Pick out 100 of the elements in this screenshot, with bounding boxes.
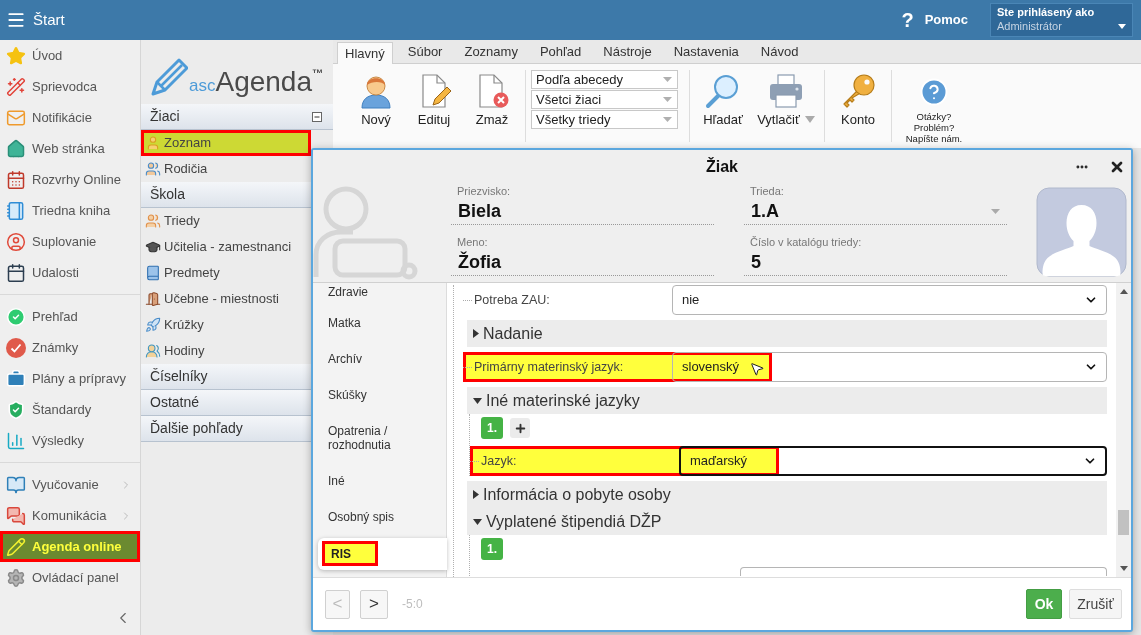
book-icon [145,265,161,281]
sidebar-item[interactable]: Vyučovanie [0,469,140,500]
toolbar-button[interactable]: Hľadať [695,68,751,144]
people-icon [145,213,161,229]
toolbar-button[interactable]: Zmaž [464,68,520,144]
dialog-tab[interactable]: RIS [318,538,447,570]
dialog-tab[interactable]: Matka [313,305,446,341]
dialog-tab[interactable]: Iné [313,463,446,499]
sidebar-item[interactable]: Štandardy [0,394,140,425]
dialog-tab[interactable]: Opatrenia / rozhodnutia [313,413,446,463]
text-field[interactable]: 5 [744,249,1007,276]
toolbar-button[interactable]: Vytlačiť [753,68,819,144]
sidebar-item[interactable]: Triedna kniha [0,195,140,226]
ribbon-tab[interactable]: Zoznamy [457,41,525,63]
calendar-icon [6,262,26,283]
tree-item[interactable]: Krúžky [141,312,311,338]
dropdown-field[interactable]: 1.A [744,198,1007,225]
notebook-icon [6,200,26,221]
tree-item[interactable]: Zoznam [141,130,311,156]
triangle-down-icon[interactable] [1119,566,1128,571]
toolbar-button[interactable]: Edituj [406,68,462,144]
dialog-tab[interactable]: Osobný spis [313,499,446,535]
filter-dropdown[interactable]: Podľa abecedy [531,70,678,89]
people-icon [145,343,161,359]
section-header[interactable]: Iné materinské jazyky [467,387,1107,414]
sidebar-item[interactable]: Známky [0,332,140,363]
magic-wand-icon [6,76,26,97]
tree-item[interactable]: Predmety [141,260,311,286]
caret-down-icon [663,77,672,82]
collapse-icon[interactable] [312,111,322,122]
tree-item[interactable]: Učitelia - zamestnanci [141,234,311,260]
dialog-tab[interactable]: Zdravie [313,283,446,305]
tree-group-header[interactable]: Škola [141,182,311,208]
section-header[interactable]: Nadanie [467,320,1107,347]
graduation-cap-icon [145,239,161,255]
field-label: Primárny materinský jazyk: [474,358,624,376]
sidebar-item[interactable]: Plány a prípravy [0,363,140,394]
dialog-tab[interactable]: Archív [313,341,446,377]
menu-icon[interactable] [6,10,26,30]
cancel-button[interactable]: Zrušiť [1069,589,1122,619]
sidebar-item[interactable]: Výsledky [0,425,140,456]
sidebar-item[interactable]: Suplovanie [0,226,140,257]
sidebar-item[interactable]: Komunikácia [0,500,140,531]
filter-dropdown[interactable]: Všetky triedy [531,110,678,129]
text-field[interactable]: Biela [451,198,714,225]
tree-item[interactable]: Učebne - miestnosti [141,286,311,312]
plus-icon [513,421,527,435]
sidebar-item[interactable]: Prehľad [0,301,140,332]
tree-group-header[interactable]: Žiaci [141,104,333,130]
filter-dropdown[interactable]: Všetci žiaci [531,90,678,109]
star-icon [6,45,26,66]
sidebar-item[interactable]: Web stránka [0,133,140,164]
pencil-icon [6,536,26,557]
caret-down-icon [991,208,1000,214]
toolbar-button[interactable]: Konto [830,68,886,144]
tree-group-header[interactable]: Číselníky [141,364,311,390]
tree-group-header[interactable]: Ostatné [141,390,311,416]
sidebar-item[interactable]: Ovládací panel [0,562,140,593]
section-header[interactable]: Informácia o pobyte osoby [467,481,1107,508]
next-button[interactable]: > [360,589,388,619]
sidebar-item[interactable]: Notifikácie [0,102,140,133]
door-icon [145,291,161,307]
chat-bubbles-icon [6,505,26,526]
section-header[interactable]: Vyplatené štipendiá DŽP [467,508,1107,535]
tree-item[interactable]: Hodiny [141,338,311,364]
sidebar-item[interactable]: Rozvrhy Online [0,164,140,195]
tree-item[interactable]: Rodičia [141,156,311,182]
people-icon [145,161,161,177]
dialog-tab[interactable]: Skúšky [313,377,446,413]
sidebar-item[interactable]: Udalosti [0,257,140,288]
settings-icon [6,567,26,588]
tree-group-header[interactable]: Ďalšie pohľady [141,416,311,442]
calendar-grid-icon [6,169,26,190]
toolbar-button[interactable]: Nový [348,68,404,144]
field-label: Meno: [456,235,489,249]
select-field[interactable]: nie [672,285,1107,315]
ribbon-tab[interactable]: Nástroje [596,41,659,63]
add-button[interactable] [510,418,530,438]
select-field[interactable]: maďarský [679,446,1107,476]
ribbon-tab[interactable]: Nastavenia [666,41,746,63]
ribbon-tab[interactable]: Súbor [400,41,450,63]
help-link[interactable]: ? Pomoc [901,5,968,35]
tree-item[interactable]: Triedy [141,208,311,234]
ribbon-tab[interactable]: Pohľad [532,41,589,63]
ribbon-tab[interactable]: Návod [753,41,806,63]
sidebar-item[interactable]: Sprievodca [0,71,140,102]
user-menu[interactable]: Ste prihlásený ako Administrátor [990,3,1133,37]
sidebar-item[interactable]: Úvod [0,40,140,71]
ribbon-tab[interactable]: Hlavný [337,42,393,64]
bar-chart-icon [6,430,26,451]
help-button[interactable]: Otázky? Problém? Napíšte nám. [897,68,971,144]
triangle-up-icon[interactable] [1119,289,1128,294]
shield-check-icon [6,399,26,420]
input-field[interactable] [740,567,1107,576]
select-field[interactable]: slovenský [672,352,1107,382]
text-field[interactable]: Žofia [451,249,714,276]
logo-wordmark: ascAgenda™ [189,68,323,96]
sidebar-item[interactable]: Agenda online [0,531,140,562]
close-icon[interactable] [1109,159,1125,175]
scrollbar-thumb[interactable] [1118,510,1129,535]
